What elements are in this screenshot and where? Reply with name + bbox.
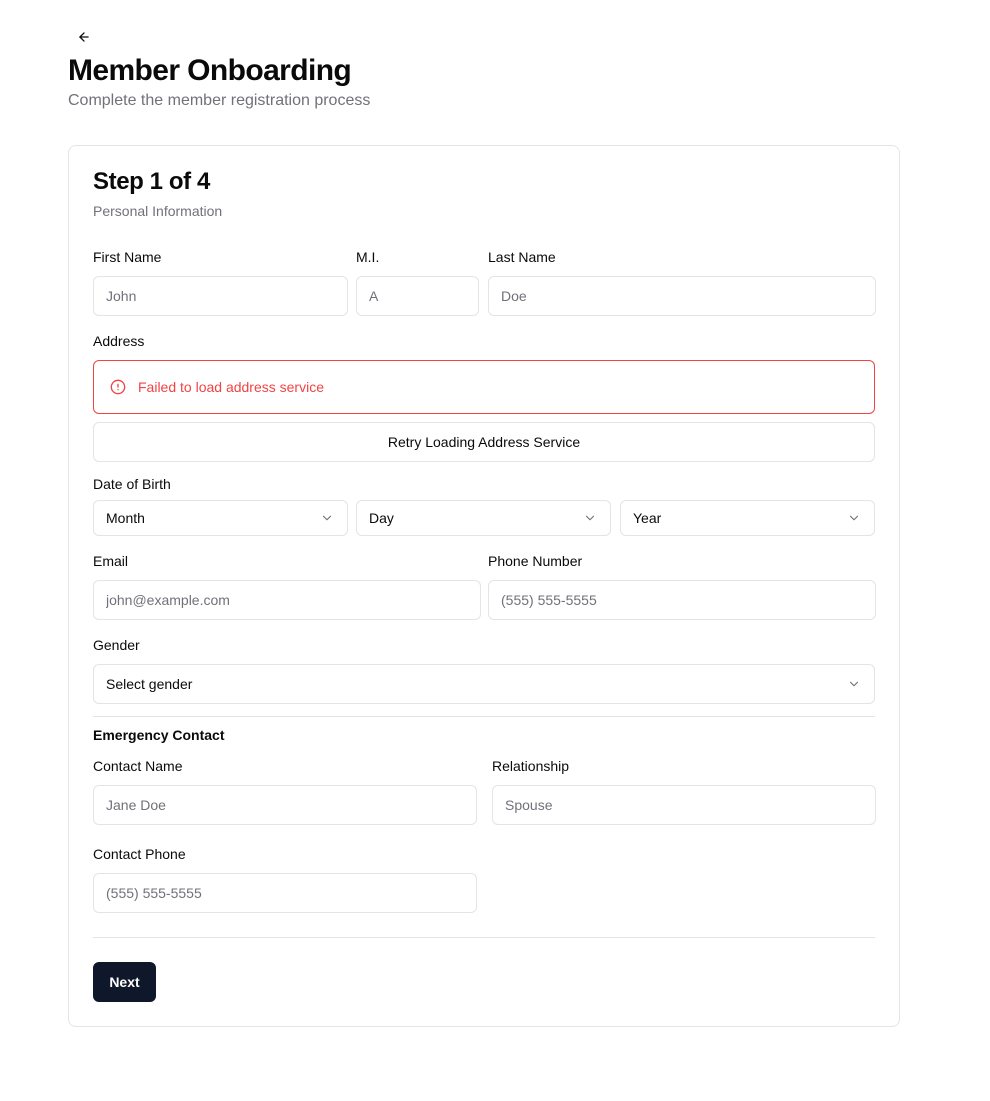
onboarding-form-card: Step 1 of 4 Personal Information First N… [68,145,900,1027]
page-title: Member Onboarding [68,54,352,87]
relationship-label: Relationship [492,758,570,774]
first-name-input[interactable] [93,276,348,316]
footer-divider [93,937,875,938]
step-title: Step 1 of 4 [93,168,210,195]
page-subtitle: Complete the member registration process [68,92,371,109]
last-name-label: Last Name [488,249,556,265]
contact-name-input[interactable] [93,785,477,825]
section-divider [93,716,875,717]
birth-month-value: Month [106,510,145,526]
birth-year-value: Year [633,510,662,526]
contact-phone-input[interactable] [93,873,477,913]
next-button[interactable]: Next [93,962,156,1002]
gender-label: Gender [93,637,140,653]
back-button[interactable] [74,27,94,47]
emergency-contact-heading: Emergency Contact [93,727,225,743]
address-error-alert: Failed to load address service [93,360,875,414]
retry-address-button[interactable]: Retry Loading Address Service [93,422,875,462]
step-subtitle: Personal Information [93,203,223,219]
contact-phone-label: Contact Phone [93,846,186,862]
address-error-message: Failed to load address service [138,379,324,395]
date-of-birth-label: Date of Birth [93,476,171,492]
birth-day-value: Day [369,510,394,526]
gender-value: Select gender [106,676,193,692]
email-input[interactable] [93,580,481,620]
chevron-down-icon [846,676,862,692]
birth-year-select[interactable]: Year [620,500,875,536]
phone-input[interactable] [488,580,876,620]
phone-label: Phone Number [488,553,583,569]
middle-initial-label: M.I. [356,249,380,265]
address-label: Address [93,333,145,349]
chevron-down-icon [319,510,335,526]
contact-name-label: Contact Name [93,758,183,774]
relationship-input[interactable] [492,785,876,825]
birth-day-select[interactable]: Day [356,500,611,536]
birth-month-select[interactable]: Month [93,500,348,536]
email-label: Email [93,553,129,569]
alert-circle-icon [110,379,126,395]
first-name-label: First Name [93,249,162,265]
last-name-input[interactable] [488,276,876,316]
arrow-left-icon [79,32,89,42]
chevron-down-icon [846,510,862,526]
gender-select[interactable]: Select gender [93,664,875,704]
middle-initial-input[interactable] [356,276,479,316]
chevron-down-icon [582,510,598,526]
